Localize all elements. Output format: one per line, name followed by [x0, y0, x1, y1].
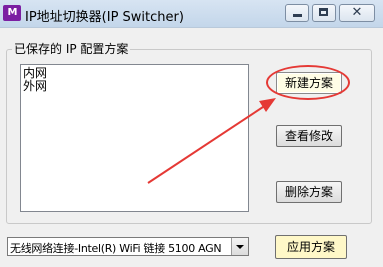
delete-scheme-button[interactable]: 删除方案 — [276, 181, 342, 203]
maximize-button[interactable] — [312, 4, 336, 22]
chevron-down-icon[interactable] — [231, 238, 248, 255]
minimize-button[interactable] — [285, 4, 309, 22]
apply-scheme-button[interactable]: 应用方案 — [275, 235, 347, 259]
list-item[interactable]: 内网 — [23, 67, 246, 80]
saved-profiles-label: 已保存的 IP 配置方案 — [12, 40, 131, 57]
close-icon: ✕ — [351, 5, 363, 20]
title-bar[interactable]: M IP地址切换器(IP Switcher) ✕ — [0, 0, 383, 28]
edit-scheme-button[interactable]: 查看修改 — [276, 125, 342, 147]
network-adapter-select[interactable]: 无线网络连接-Intel(R) WiFi 链接 5100 AGN — [7, 237, 249, 256]
list-item[interactable]: 外网 — [23, 80, 246, 93]
app-icon: M — [3, 5, 21, 21]
highlight-oval-annotation — [266, 65, 350, 100]
network-adapter-value: 无线网络连接-Intel(R) WiFi 链接 5100 AGN — [10, 242, 222, 255]
close-button[interactable]: ✕ — [339, 4, 375, 22]
window-title: IP地址切换器(IP Switcher) — [25, 10, 184, 25]
profile-list[interactable]: 内网 外网 — [20, 64, 249, 212]
app-window: M IP地址切换器(IP Switcher) ✕ 已保存的 IP 配置方案 内网… — [0, 0, 383, 267]
